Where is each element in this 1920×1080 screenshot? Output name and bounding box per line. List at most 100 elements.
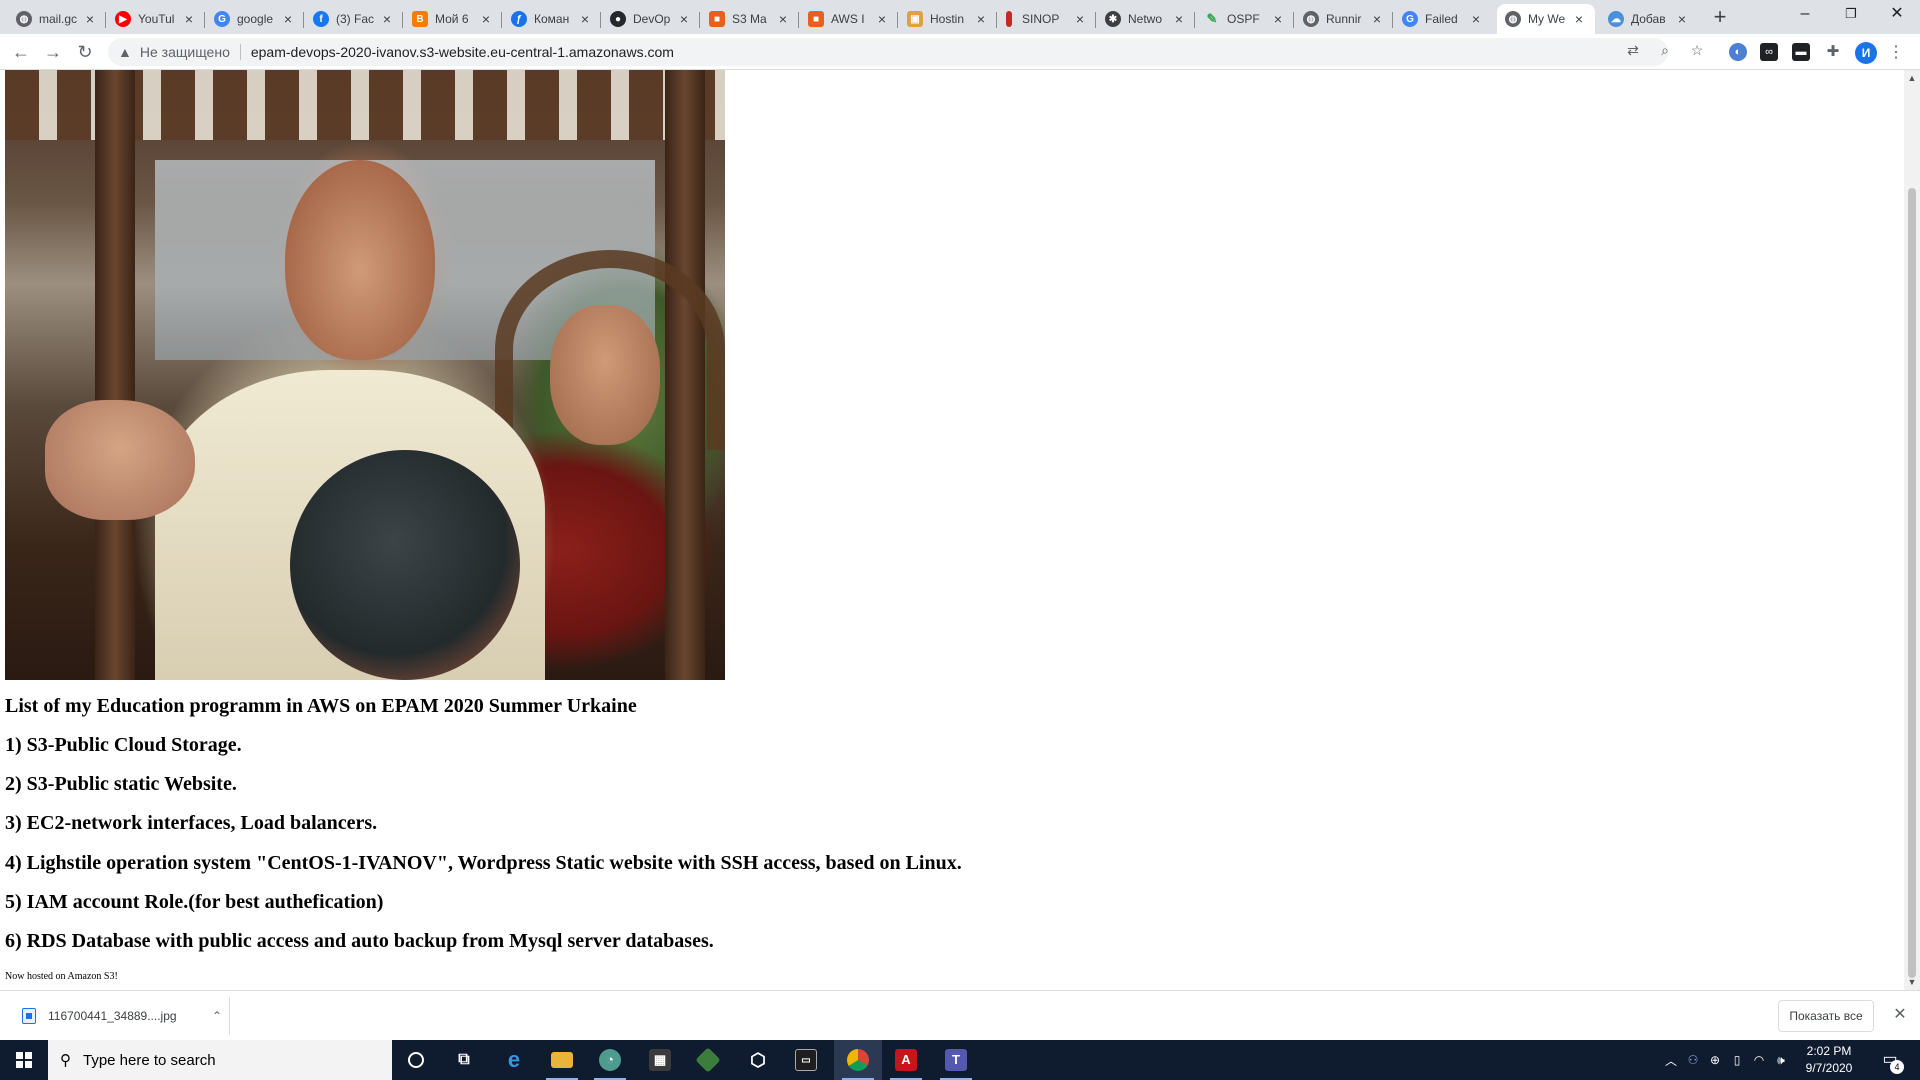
tab-network[interactable]: ✱ Netwo × [1097,4,1195,34]
wifi-icon[interactable]: ◠ [1748,1053,1770,1067]
tab-label: Добав [1631,12,1666,26]
security-label[interactable]: Не защищено [140,44,230,60]
download-item[interactable]: 116700441_34889....jpg ⌃ [12,997,230,1035]
tab-hosting[interactable]: ▣ Hostin × [899,4,997,34]
new-tab-button[interactable]: + [1706,5,1734,29]
scroll-up-icon[interactable]: ▲ [1904,70,1920,86]
chevron-up-icon[interactable]: ⌃ [205,1009,229,1023]
taskbar-terminal[interactable]: ▭ [782,1040,830,1080]
globe-icon: ◍ [16,11,32,27]
zoom-icon[interactable]: ⌕ [1655,40,1675,60]
show-all-button[interactable]: Показать все [1778,1000,1874,1032]
tab-facebook[interactable]: f (3) Fac × [305,4,403,34]
tab-add[interactable]: ☁ Добав × [1600,4,1698,34]
thermometer-icon [1006,11,1012,27]
tab-label: Runnir [1326,12,1362,26]
cortana-button[interactable] [392,1040,440,1080]
people-icon[interactable]: ⚇ [1682,1053,1704,1067]
download-file-name[interactable]: 116700441_34889....jpg [48,1009,205,1023]
url-text[interactable]: epam-devops-2020-ivanov.s3-website.eu-ce… [251,44,674,60]
volume-icon[interactable]: 🕪 [1770,1053,1792,1068]
close-icon[interactable]: × [379,11,395,27]
close-icon[interactable]: × [1468,11,1484,27]
address-bar[interactable]: ▲ Не защищено epam-devops-2020-ivanov.s3… [108,38,1668,66]
extension-icon[interactable]: ◐ [1729,43,1747,61]
close-icon[interactable]: × [181,11,197,27]
close-icon[interactable]: × [577,11,593,27]
star-icon[interactable]: ☆ [1687,40,1707,60]
download-shelf: 116700441_34889....jpg ⌃ Показать все ✕ [0,990,1920,1040]
close-icon[interactable]: × [874,11,890,27]
minimize-button[interactable]: – [1782,0,1828,30]
tab-my-website[interactable]: ◍ My We × [1497,4,1595,34]
extension-icon[interactable]: ▬ [1792,43,1810,61]
taskbar-acrobat[interactable]: A [882,1040,930,1080]
tab-mail[interactable]: ◍ mail.gc × [8,4,106,34]
notifications-button[interactable]: ▭ 4 [1878,1048,1904,1074]
tab-youtube[interactable]: ▶ YouTul × [107,4,205,34]
close-icon[interactable]: × [973,11,989,27]
forward-button[interactable]: → [41,40,65,64]
taskbar-chrome[interactable] [834,1040,882,1080]
close-icon[interactable]: × [1674,11,1690,27]
close-icon[interactable]: × [478,11,494,27]
tab-sinop[interactable]: SINOP × [998,4,1096,34]
taskbar-app[interactable]: ◔ [586,1040,634,1080]
taskbar-teams[interactable]: T [932,1040,980,1080]
tab-aws[interactable]: ■ AWS I × [800,4,898,34]
avatar[interactable]: И [1855,42,1877,64]
taskbar-file-explorer[interactable] [538,1040,586,1080]
task-view-button[interactable]: ⧉ [440,1040,488,1080]
usb-icon[interactable]: ⊕ [1704,1053,1726,1067]
tab-github[interactable]: ● DevOp × [602,4,700,34]
close-icon[interactable]: × [1369,11,1385,27]
search-icon: ⚲ [60,1052,71,1069]
close-icon[interactable]: × [1171,11,1187,27]
close-window-button[interactable]: ✕ [1874,0,1920,30]
taskbar-git[interactable] [684,1040,732,1080]
tab-blogger[interactable]: B Мой 6 × [404,4,502,34]
search-placeholder[interactable]: Type here to search [83,1052,216,1069]
tab-google[interactable]: G google × [206,4,304,34]
close-icon[interactable]: × [280,11,296,27]
taskbar-calculator[interactable]: ▦ [636,1040,684,1080]
close-icon[interactable]: × [1571,11,1587,27]
close-icon[interactable]: × [775,11,791,27]
vertical-scrollbar[interactable]: ▲ ▼ [1904,70,1920,990]
back-button[interactable]: ← [9,40,33,64]
tab-failed[interactable]: G Failed × [1394,4,1492,34]
scrollbar-thumb[interactable] [1908,188,1916,978]
menu-icon[interactable]: ⋮ [1888,42,1904,64]
warning-icon[interactable]: ▲ [118,44,132,60]
tab-label: DevOp [633,12,671,26]
close-icon[interactable]: × [82,11,98,27]
system-clock[interactable]: 2:02 PM 9/7/2020 [1792,1043,1866,1077]
tab-running[interactable]: ◍ Runnir × [1295,4,1393,34]
tab-ospf[interactable]: ✎ OSPF × [1196,4,1294,34]
close-icon[interactable]: × [676,11,692,27]
list-item: 3) EC2-network interfaces, Load balancer… [5,812,378,834]
glasses-icon[interactable]: ∞ [1760,43,1778,61]
edge-icon: e [507,1047,521,1072]
teams-icon: T [945,1049,967,1071]
puzzle-icon[interactable]: ✚ [1824,43,1842,61]
aws-icon: ■ [808,11,824,27]
translate-icon[interactable]: ⇄ [1623,40,1643,60]
close-icon[interactable]: × [1270,11,1286,27]
chevron-up-icon[interactable]: ︿ [1660,1052,1682,1069]
taskbar-virtualbox[interactable]: ⬡ [734,1040,782,1080]
tab-s3[interactable]: ■ S3 Ma × [701,4,799,34]
restore-button[interactable]: ❐ [1828,0,1874,30]
list-item: 6) RDS Database with public access and a… [5,930,714,952]
taskbar-edge[interactable]: e [490,1040,538,1080]
tab-commands[interactable]: ƒ Коман × [503,4,601,34]
youtube-icon: ▶ [115,11,131,27]
close-icon[interactable]: ✕ [1890,1005,1910,1025]
battery-icon[interactable]: ▯ [1726,1053,1748,1067]
scroll-down-icon[interactable]: ▼ [1904,974,1920,990]
close-icon[interactable]: × [1072,11,1088,27]
start-button[interactable] [0,1040,48,1080]
reload-button[interactable]: ↻ [73,40,97,64]
tab-label: google [237,12,274,26]
taskbar-search[interactable]: ⚲ Type here to search [48,1040,392,1080]
